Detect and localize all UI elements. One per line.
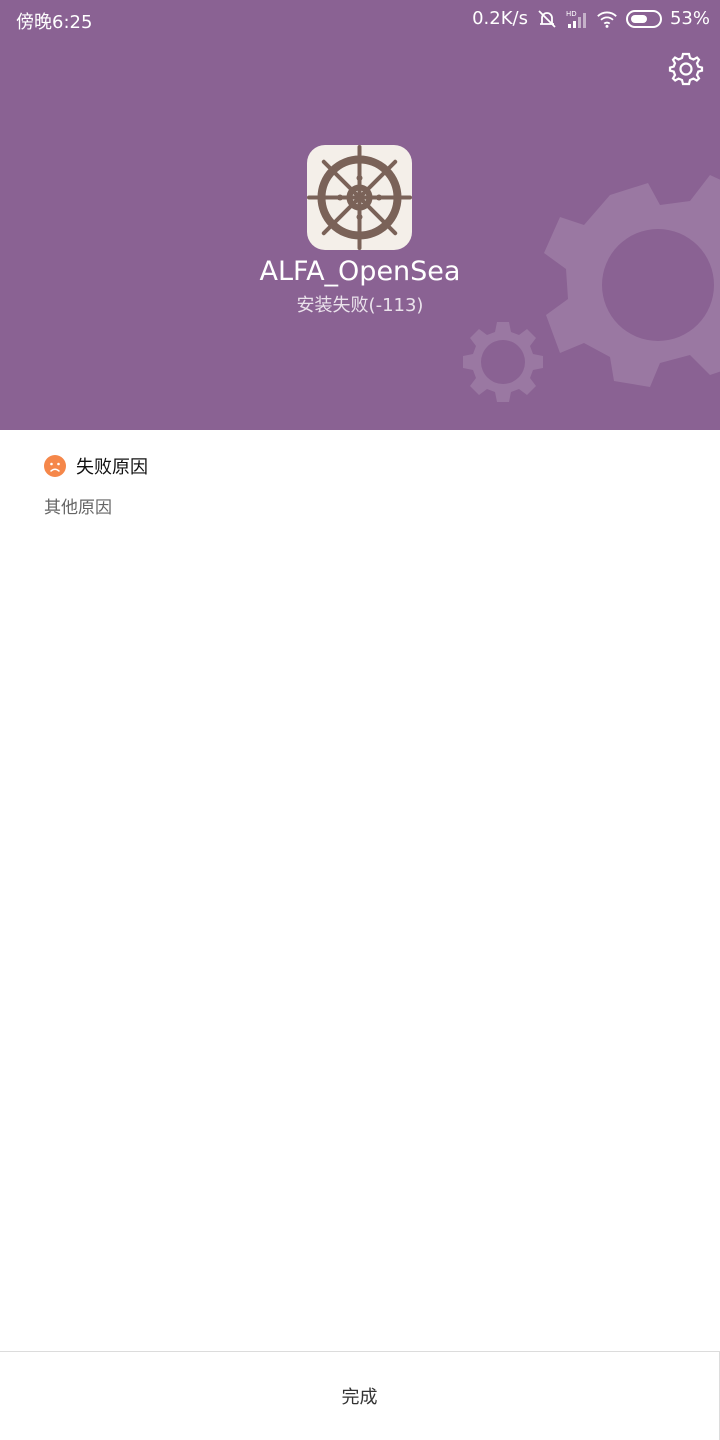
status-right-group: 0.2K/s HD 53% bbox=[472, 8, 710, 29]
done-button-label: 完成 bbox=[341, 1387, 378, 1408]
status-bar: 傍晚6:25 0.2K/s HD 53% bbox=[0, 0, 720, 38]
svg-text:HD: HD bbox=[566, 10, 577, 18]
battery-percent: 53% bbox=[669, 8, 710, 29]
failure-reason-title: 失败原因 bbox=[76, 457, 148, 478]
gear-icon[interactable] bbox=[668, 51, 704, 87]
gear-icon bbox=[463, 322, 543, 402]
ship-wheel-icon bbox=[307, 145, 412, 250]
hd-signal-icon: HD bbox=[566, 10, 586, 28]
network-speed: 0.2K/s bbox=[472, 8, 528, 29]
failure-reason-detail: 其他原因 bbox=[44, 498, 112, 518]
battery-icon bbox=[625, 9, 662, 28]
app-icon bbox=[307, 145, 412, 250]
install-status: 安装失败(-113) bbox=[296, 295, 424, 316]
header-banner: 傍晚6:25 0.2K/s HD 53% ALFA_OpenSea 安装失败(-… bbox=[0, 0, 720, 430]
mute-bell-icon bbox=[538, 9, 556, 28]
failure-reason-header: 失败原因 bbox=[44, 453, 148, 479]
status-time: 傍晚6:25 bbox=[16, 12, 93, 33]
done-button[interactable]: 完成 bbox=[0, 1351, 720, 1440]
wifi-icon bbox=[597, 11, 617, 28]
app-name: ALFA_OpenSea bbox=[259, 256, 461, 287]
sad-face-icon bbox=[44, 455, 66, 477]
